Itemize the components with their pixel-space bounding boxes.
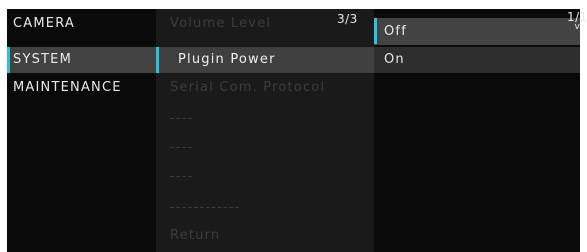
camera-osd-menu: CAMERA SYSTEM MAINTENANCE Volume Level P… (7, 9, 587, 252)
main-menu-item-label: MAINTENANCE (13, 80, 122, 95)
submenu-item-label: Serial Com. Protocol (170, 80, 326, 95)
submenu-item-empty: ---- (156, 106, 374, 132)
main-menu: CAMERA SYSTEM MAINTENANCE (7, 9, 156, 252)
system-submenu: Volume Level Plugin Power Serial Com. Pr… (156, 9, 374, 252)
option-item-off[interactable]: Off (374, 18, 580, 45)
main-menu-item-system[interactable]: SYSTEM (7, 47, 156, 73)
main-menu-item-label: SYSTEM (13, 52, 73, 67)
main-menu-item-label: CAMERA (13, 16, 75, 31)
submenu-item-serial-com-protocol[interactable]: Serial Com. Protocol (156, 75, 374, 101)
submenu-item-label: ---- (170, 140, 194, 155)
chevron-down-icon: v (574, 22, 581, 32)
submenu-item-empty: ---- (156, 164, 374, 190)
option-item-label: Off (384, 24, 407, 39)
option-page-indicator: 1/1 v (567, 11, 587, 32)
submenu-item-empty: ---- (156, 135, 374, 161)
submenu-item-label: ---- (170, 111, 194, 126)
option-list: Off On 1/1 v (374, 9, 587, 252)
submenu-item-return[interactable]: Return (156, 223, 374, 249)
submenu-item-label: ------------ (170, 200, 241, 215)
submenu-item-label: Return (170, 228, 221, 243)
submenu-separator: ------------ (156, 195, 374, 221)
submenu-item-label: Volume Level (170, 16, 272, 31)
submenu-item-label: ---- (170, 169, 194, 184)
option-item-label: On (384, 52, 405, 67)
submenu-item-plugin-power[interactable]: Plugin Power (156, 47, 374, 73)
option-item-on[interactable]: On (374, 47, 580, 73)
main-menu-item-maintenance[interactable]: MAINTENANCE (7, 75, 156, 101)
submenu-page-indicator: 3/3 (337, 12, 358, 26)
main-menu-item-camera[interactable]: CAMERA (7, 11, 156, 37)
submenu-item-label: Plugin Power (178, 52, 276, 67)
